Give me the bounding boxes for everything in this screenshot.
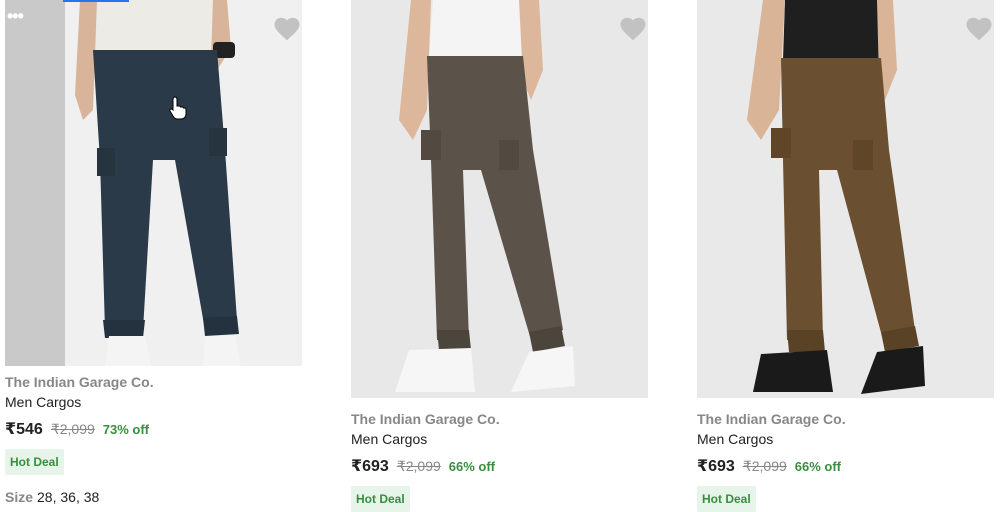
brand-name: The Indian Garage Co. [351, 411, 500, 427]
original-price: ₹2,099 [396, 458, 441, 474]
product-title[interactable]: Men Cargos [351, 430, 648, 448]
discount-percent: 66% off [448, 459, 496, 474]
hot-deal-badge: Hot Deal [351, 486, 410, 512]
hot-deal-badge: Hot Deal [697, 486, 756, 512]
original-price: ₹2,099 [50, 421, 95, 437]
price-row: ₹546 ₹2,099 73% off [5, 419, 302, 439]
original-price: ₹2,099 [742, 458, 787, 474]
price-row: ₹693 ₹2,099 66% off [351, 456, 648, 476]
selling-price: ₹546 [5, 421, 43, 438]
hand-pointer-icon [169, 96, 187, 120]
product-card[interactable]: ••• The Indian Garage Co. Men Cargos ₹54… [5, 0, 302, 505]
size-label: Size [5, 489, 34, 505]
hot-deal-badge: Hot Deal [5, 449, 64, 475]
product-card[interactable]: The Indian Garage Co. Men Cargos ₹693 ₹2… [351, 0, 648, 512]
product-image[interactable] [697, 0, 994, 398]
product-image[interactable]: ••• [5, 0, 302, 366]
brand-name: The Indian Garage Co. [697, 411, 846, 427]
heart-icon[interactable] [618, 14, 648, 44]
product-title[interactable]: Men Cargos [5, 393, 302, 411]
active-indicator [63, 0, 129, 2]
more-dots-icon[interactable]: ••• [7, 6, 24, 27]
product-title[interactable]: Men Cargos [697, 430, 994, 448]
discount-percent: 66% off [794, 459, 842, 474]
brand-name: The Indian Garage Co. [5, 374, 154, 390]
discount-percent: 73% off [102, 422, 150, 437]
product-card[interactable]: The Indian Garage Co. Men Cargos ₹693 ₹2… [697, 0, 994, 512]
heart-icon[interactable] [272, 14, 302, 44]
heart-icon[interactable] [964, 14, 994, 44]
selling-price: ₹693 [351, 458, 389, 475]
selling-price: ₹693 [697, 458, 735, 475]
product-image[interactable] [351, 0, 648, 398]
size-info: Size 28, 36, 38 [5, 489, 302, 505]
size-values: 28, 36, 38 [37, 489, 100, 505]
price-row: ₹693 ₹2,099 66% off [697, 456, 994, 476]
